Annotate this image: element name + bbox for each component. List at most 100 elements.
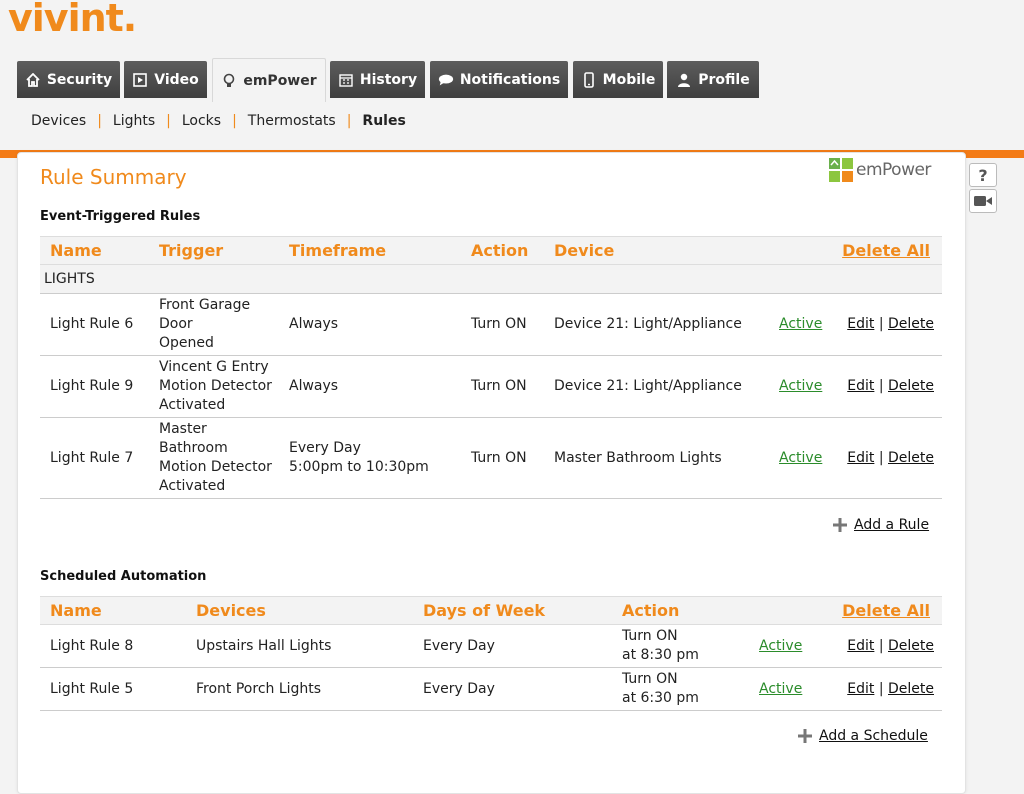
help-icon: ? [978, 165, 988, 185]
tab-video[interactable]: Video [124, 61, 207, 98]
subnav-separator: | [166, 113, 171, 129]
tab-notifications[interactable]: Notifications [430, 61, 568, 98]
event-rules-table: Name Trigger Timeframe Action Device Del… [40, 236, 942, 499]
video-help-button[interactable] [969, 189, 997, 213]
rule-action: Turn ON [461, 355, 544, 418]
subnav-separator: | [232, 113, 237, 129]
col-days-of-week: Days of Week [413, 596, 612, 625]
delete-link[interactable]: Delete [888, 316, 934, 332]
col-name: Name [40, 596, 186, 625]
delete-all-rules-link[interactable]: Delete All [832, 236, 942, 265]
edit-link[interactable]: Edit [847, 681, 874, 697]
active-link[interactable]: Active [759, 681, 802, 697]
tab-security[interactable]: Security [17, 61, 120, 98]
schedule-days: Every Day [413, 667, 612, 711]
col-status [769, 236, 832, 265]
help-button[interactable]: ? [969, 163, 997, 187]
rule-timeframe: Always [279, 355, 461, 418]
table-header-row: Name Devices Days of Week Action Delete … [40, 596, 942, 625]
schedule-name: Light Rule 5 [40, 667, 186, 711]
home-icon [25, 72, 41, 88]
rule-device: Device 21: Light/Appliance [544, 355, 769, 418]
active-link[interactable]: Active [779, 378, 822, 394]
edit-link[interactable]: Edit [847, 378, 874, 394]
tab-label: Profile [698, 71, 750, 88]
link-separator: | [878, 378, 884, 394]
vivint-logo[interactable]: vivint. [8, 0, 137, 40]
subnav-lights[interactable]: Lights [113, 113, 155, 129]
rule-trigger: Vincent G Entry Motion Detector Activated [149, 355, 279, 418]
tab-label: Mobile [602, 71, 656, 88]
col-devices: Devices [186, 596, 413, 625]
link-separator: | [878, 680, 884, 697]
edit-link[interactable]: Edit [847, 638, 874, 654]
rule-actions: Edit | Delete [832, 293, 942, 356]
sub-navigation: Devices | Lights | Locks | Thermostats | Rules [31, 113, 406, 129]
tab-empower[interactable]: emPower [212, 58, 326, 102]
rule-name: Light Rule 6 [40, 293, 149, 356]
table-row: Light Rule 8 Upstairs Hall Lights Every … [40, 624, 942, 668]
event-rules-heading: Event-Triggered Rules [40, 209, 201, 224]
schedule-actions: Edit | Delete [832, 624, 942, 668]
rule-timeframe: Every Day 5:00pm to 10:30pm [279, 417, 461, 499]
table-header-row: Name Trigger Timeframe Action Device Del… [40, 236, 942, 265]
col-timeframe: Timeframe [279, 236, 461, 265]
table-row: Light Rule 5 Front Porch Lights Every Da… [40, 667, 942, 711]
schedule-action: Turn ON at 8:30 pm [612, 624, 749, 668]
schedule-status: Active [749, 667, 832, 711]
col-name: Name [40, 236, 149, 265]
tab-label: Notifications [459, 71, 561, 88]
tab-label: Security [46, 71, 113, 88]
add-rule-label: Add a Rule [854, 517, 930, 533]
page-title: Rule Summary [40, 165, 187, 189]
group-label: LIGHTS [40, 264, 942, 294]
plus-icon [833, 518, 847, 532]
delete-link[interactable]: Delete [888, 638, 934, 654]
schedule-status: Active [749, 624, 832, 668]
rule-trigger: Master Bathroom Motion Detector Activated [149, 417, 279, 499]
empower-logo-text: emPower [856, 160, 931, 180]
rule-status: Active [769, 355, 832, 418]
subnav-locks[interactable]: Locks [182, 113, 221, 129]
empower-logo: emPower [828, 157, 931, 183]
delete-link[interactable]: Delete [888, 450, 934, 466]
subnav-rules[interactable]: Rules [362, 113, 405, 129]
tab-label: Video [154, 71, 199, 88]
delete-link[interactable]: Delete [888, 681, 934, 697]
calendar-icon [338, 72, 354, 88]
schedule-actions: Edit | Delete [832, 667, 942, 711]
tab-profile[interactable]: Profile [667, 61, 759, 98]
phone-icon [581, 71, 597, 88]
tab-history[interactable]: History [330, 61, 425, 98]
table-row: Light Rule 9 Vincent G Entry Motion Detec… [40, 355, 942, 418]
rule-action: Turn ON [461, 417, 544, 499]
link-separator: | [878, 316, 884, 332]
rule-device: Device 21: Light/Appliance [544, 293, 769, 356]
rule-status: Active [769, 293, 832, 356]
subnav-devices[interactable]: Devices [31, 113, 86, 129]
play-icon [132, 72, 148, 88]
subnav-thermostats[interactable]: Thermostats [248, 113, 336, 129]
col-status [749, 596, 832, 625]
schedule-devices: Front Porch Lights [186, 667, 413, 711]
group-row: LIGHTS [40, 264, 942, 294]
main-tabbar: Security Video emPower History Notificat… [0, 58, 1024, 158]
lightbulb-icon [221, 73, 237, 89]
edit-link[interactable]: Edit [847, 450, 874, 466]
rule-status: Active [769, 417, 832, 499]
active-link[interactable]: Active [779, 450, 822, 466]
active-link[interactable]: Active [759, 638, 802, 654]
col-trigger: Trigger [149, 236, 279, 265]
col-device: Device [544, 236, 769, 265]
delete-link[interactable]: Delete [888, 378, 934, 394]
schedule-action: Turn ON at 6:30 pm [612, 667, 749, 711]
active-link[interactable]: Active [779, 316, 822, 332]
delete-all-schedules-link[interactable]: Delete All [832, 596, 942, 625]
schedule-name: Light Rule 8 [40, 624, 186, 668]
tab-mobile[interactable]: Mobile [573, 61, 663, 98]
edit-link[interactable]: Edit [847, 316, 874, 332]
add-rule-button[interactable]: Add a Rule [833, 517, 929, 533]
add-schedule-button[interactable]: Add a Schedule [798, 728, 928, 744]
empower-logo-icon [829, 158, 853, 182]
scheduled-table: Name Devices Days of Week Action Delete … [40, 596, 942, 711]
